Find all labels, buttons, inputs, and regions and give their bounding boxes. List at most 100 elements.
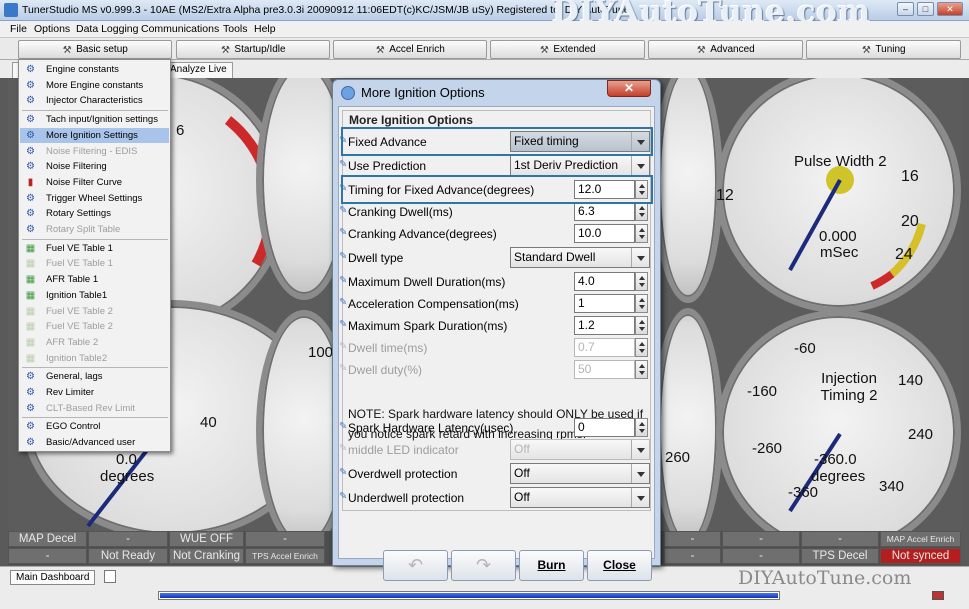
spinner-arrows-icon[interactable]	[635, 294, 648, 313]
settings-icon: ⚙	[26, 161, 35, 173]
spinner-arrows-icon[interactable]	[635, 272, 648, 291]
menu-item-noise-filtering[interactable]: ⚙ Noise Filtering	[20, 159, 169, 174]
tab-main-dashboard[interactable]: Main Dashboard	[10, 570, 96, 585]
menu-item-general-lags[interactable]: ⚙ General, lags	[20, 369, 169, 384]
menu-item-afr-table-1[interactable]: ▦ AFR Table 1	[20, 272, 169, 287]
indicator-map-decel: MAP Decel	[8, 531, 87, 547]
menu-item-label: Rotary Split Table	[46, 224, 121, 235]
underdwell-protection-select[interactable]: Off	[510, 487, 650, 508]
focus-outline	[341, 175, 653, 204]
settings-icon: ⚙	[26, 387, 35, 398]
spinner-arrows-icon[interactable]	[635, 316, 648, 335]
minimize-button[interactable]: –	[897, 2, 914, 16]
menu-options[interactable]: Options	[34, 23, 70, 35]
menu-item-basic-advanced-user[interactable]: ⚙ Basic/Advanced user	[20, 435, 169, 450]
settings-icon: ⚙	[26, 95, 35, 107]
menu-item-label: More Engine constants	[46, 79, 144, 91]
toolbar-accel-enrich-label: Accel Enrich	[389, 44, 445, 55]
burn-button[interactable]: Burn	[519, 550, 584, 581]
menu-item-label: Rev Limiter	[46, 387, 95, 398]
menu-item-label: EGO Control	[46, 421, 101, 433]
menu-item-trigger-wheel-settings[interactable]: ⚙ Trigger Wheel Settings	[20, 191, 169, 206]
menu-item-ignition-table1[interactable]: ▦ Ignition Table1	[20, 288, 169, 303]
toolbar-advanced[interactable]: ⚒ Advanced	[648, 40, 803, 59]
dialog-icon	[341, 86, 355, 100]
toolbar-startup-idle-label: Startup/Idle	[234, 44, 286, 55]
section-title: More Ignition Options	[349, 113, 473, 127]
menu-item-label: Basic/Advanced user	[46, 437, 136, 449]
menu-communications[interactable]: Communications	[141, 23, 219, 35]
use-prediction-select[interactable]: 1st Deriv Prediction	[510, 155, 650, 176]
acceleration-compensation-ms-input[interactable]: 1	[574, 294, 635, 313]
spark-hardware-latency-usec-input[interactable]: 0	[574, 418, 635, 437]
menu-tools[interactable]: Tools	[223, 23, 248, 35]
menu-data-logging[interactable]: Data Logging	[76, 23, 138, 35]
overdwell-protection-select[interactable]: Off	[510, 463, 650, 484]
menu-help[interactable]: Help	[254, 23, 276, 35]
tab-analyze-live[interactable]: Analyze Live	[164, 62, 233, 78]
gauge-bottom-center-right	[653, 308, 723, 531]
menu-item-tach-input-ignition-settings[interactable]: ⚙ Tach input/Ignition settings	[20, 112, 169, 127]
menu-item-noise-filter-curve[interactable]: ▮ Noise Filter Curve	[20, 175, 169, 190]
wrench-icon: ⚒	[696, 45, 706, 56]
menu-item-more-engine-constants[interactable]: ⚙ More Engine constants	[20, 78, 169, 93]
setting-row-dwell-type: ✎ Dwell type Standard Dwell	[339, 247, 650, 269]
new-tab-icon[interactable]	[104, 570, 116, 583]
indicator: -	[88, 531, 168, 547]
undo-icon: ↶	[407, 555, 424, 575]
more-ignition-options-dialog: More Ignition Options ✕ More Ignition Op…	[332, 79, 661, 581]
dwell-type-select[interactable]: Standard Dwell	[510, 247, 650, 268]
redo-button[interactable]: ↷	[451, 550, 516, 581]
maximum-spark-duration-ms-input[interactable]: 1.2	[574, 316, 635, 335]
setting-label: Cranking Advance(degrees)	[348, 227, 497, 241]
gauge-tick: 140	[898, 372, 924, 389]
cranking-dwell-ms-input[interactable]: 6.3	[574, 202, 635, 221]
menu-item-rev-limiter[interactable]: ⚙ Rev Limiter	[20, 385, 169, 400]
spinner-arrows-icon[interactable]	[635, 418, 648, 437]
indicator-cranking: Not Cranking	[169, 548, 244, 564]
menu-item-ego-control[interactable]: ⚙ EGO Control	[20, 419, 169, 434]
close-button[interactable]: Close	[587, 550, 652, 581]
toolbar-extended[interactable]: ⚒ Extended	[490, 40, 645, 59]
progress-fill	[160, 593, 778, 598]
maximum-dwell-duration-ms-input[interactable]: 4.0	[574, 272, 635, 291]
setting-row-underdwell-protection: ✎ Underdwell protection Off	[339, 487, 650, 509]
setting-label: Cranking Dwell(ms)	[348, 205, 453, 219]
toolbar-advanced-label: Advanced	[710, 44, 755, 55]
menu-item-more-ignition-settings[interactable]: ⚙ More Ignition Settings	[20, 127, 169, 143]
toolbar-tuning[interactable]: ⚒ Tuning	[806, 40, 961, 59]
dialog-body: More Ignition Options ✎ Fixed Advance Fixe…	[338, 106, 655, 581]
window-close-button[interactable]: ✕	[937, 2, 963, 16]
indicator: -	[722, 548, 800, 564]
toolbar-accel-enrich[interactable]: ⚒ Accel Enrich	[333, 40, 487, 59]
toolbar-tuning-label: Tuning	[875, 44, 906, 55]
setting-label: Underdwell protection	[348, 491, 465, 505]
menu-separator	[22, 417, 168, 419]
menu-file[interactable]: File	[10, 23, 27, 35]
menu-item-label: CLT-Based Rev Limit	[46, 402, 136, 414]
menu-item-fuel-ve-table-2: ▦ Fuel VE Table 2	[20, 319, 169, 334]
menu-separator	[22, 110, 168, 112]
gauge-tick: 260	[665, 449, 691, 466]
menu-item-label: Trigger Wheel Settings	[46, 192, 143, 204]
dialog-close-icon[interactable]: ✕	[607, 80, 651, 97]
toolbar-basic-setup[interactable]: ⚒ Basic setup	[18, 40, 172, 59]
cranking-advance-degrees-input[interactable]: 10.0	[574, 224, 635, 243]
menu-item-fuel-ve-table-1[interactable]: ▦ Fuel VE Table 1	[20, 241, 169, 256]
spinner-arrows-icon[interactable]	[635, 224, 648, 243]
menu-item-engine-constants[interactable]: ⚙ Engine constants	[20, 62, 169, 77]
indicator: -	[8, 548, 87, 564]
middle-led-indicator-select: Off	[510, 439, 650, 460]
progress-bar	[158, 591, 780, 600]
toolbar-startup-idle[interactable]: ⚒ Startup/Idle	[176, 40, 330, 59]
gauge-needle	[788, 432, 842, 513]
indicator-tps-accel-enrich: TPS Accel Enrich	[245, 548, 325, 564]
maximize-button[interactable]: □	[917, 2, 934, 16]
menu-item-injector-characteristics[interactable]: ⚙ Injector Characteristics	[20, 93, 169, 108]
focus-outline	[341, 127, 653, 156]
gauge-tick: 240	[908, 426, 934, 443]
undo-button[interactable]: ↶	[383, 550, 448, 581]
menu-item-rotary-settings[interactable]: ⚙ Rotary Settings	[20, 206, 169, 221]
menu-item-label: Fuel VE Table 2	[46, 321, 113, 333]
spinner-arrows-icon[interactable]	[635, 202, 648, 221]
